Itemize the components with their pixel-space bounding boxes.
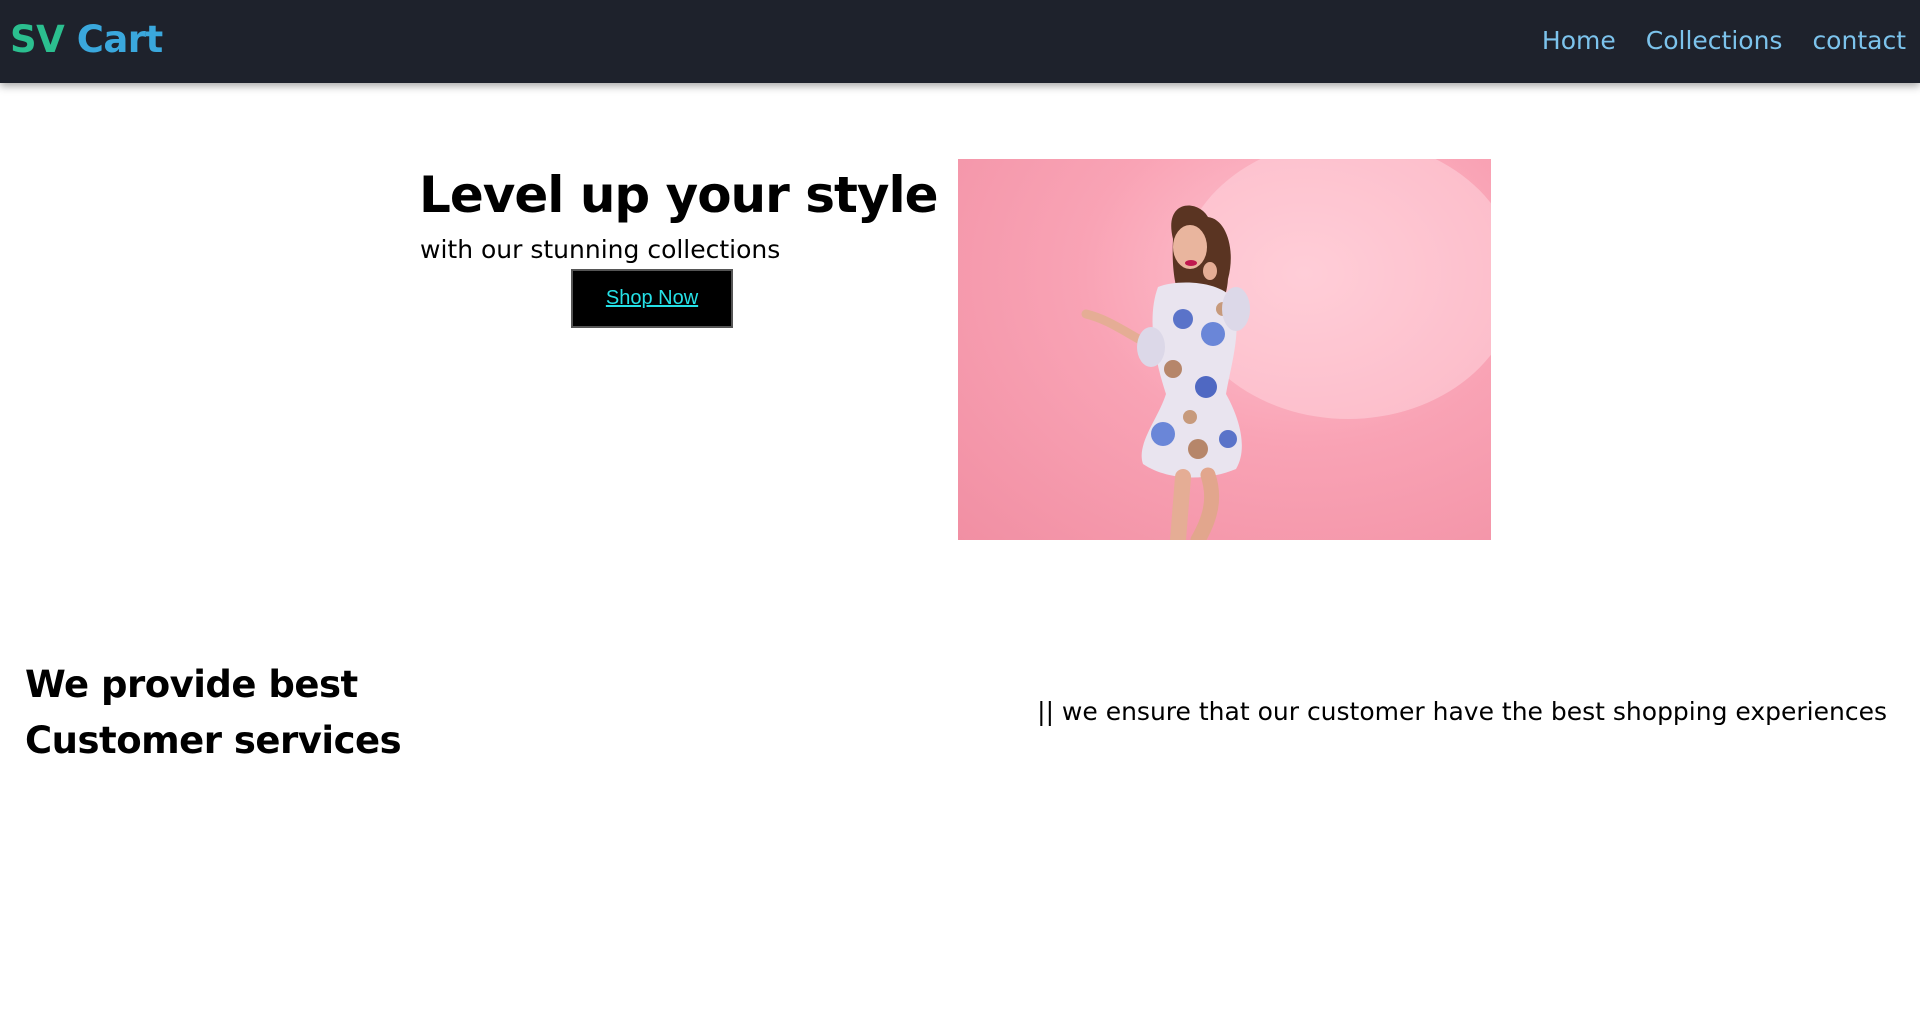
brand-logo-part2: Cart [76, 18, 164, 61]
hero-title: Level up your style [419, 166, 939, 224]
nav-link-home[interactable]: Home [1542, 24, 1616, 58]
services-heading-line1: We provide best [25, 663, 358, 706]
hero-subtitle: with our stunning collections [420, 235, 781, 264]
brand-logo-part1: SV [10, 18, 65, 61]
hero-image-illustration [1081, 159, 1491, 540]
nav-links: Home Collections contact [1542, 24, 1906, 58]
services-heading: We provide best Customer services [25, 657, 402, 769]
shop-now-button[interactable]: Shop Now [571, 269, 733, 328]
shop-now-button-label: Shop Now [605, 287, 699, 309]
services-heading-line2: Customer services [25, 719, 402, 762]
brand-logo[interactable]: SV Cart [10, 16, 163, 64]
services-description: || we ensure that our customer have the … [1037, 697, 1887, 726]
nav-link-contact[interactable]: contact [1812, 24, 1906, 58]
hero-image [958, 159, 1491, 540]
top-navbar: SV Cart Home Collections contact [0, 0, 1920, 83]
nav-link-collections[interactable]: Collections [1646, 24, 1783, 58]
